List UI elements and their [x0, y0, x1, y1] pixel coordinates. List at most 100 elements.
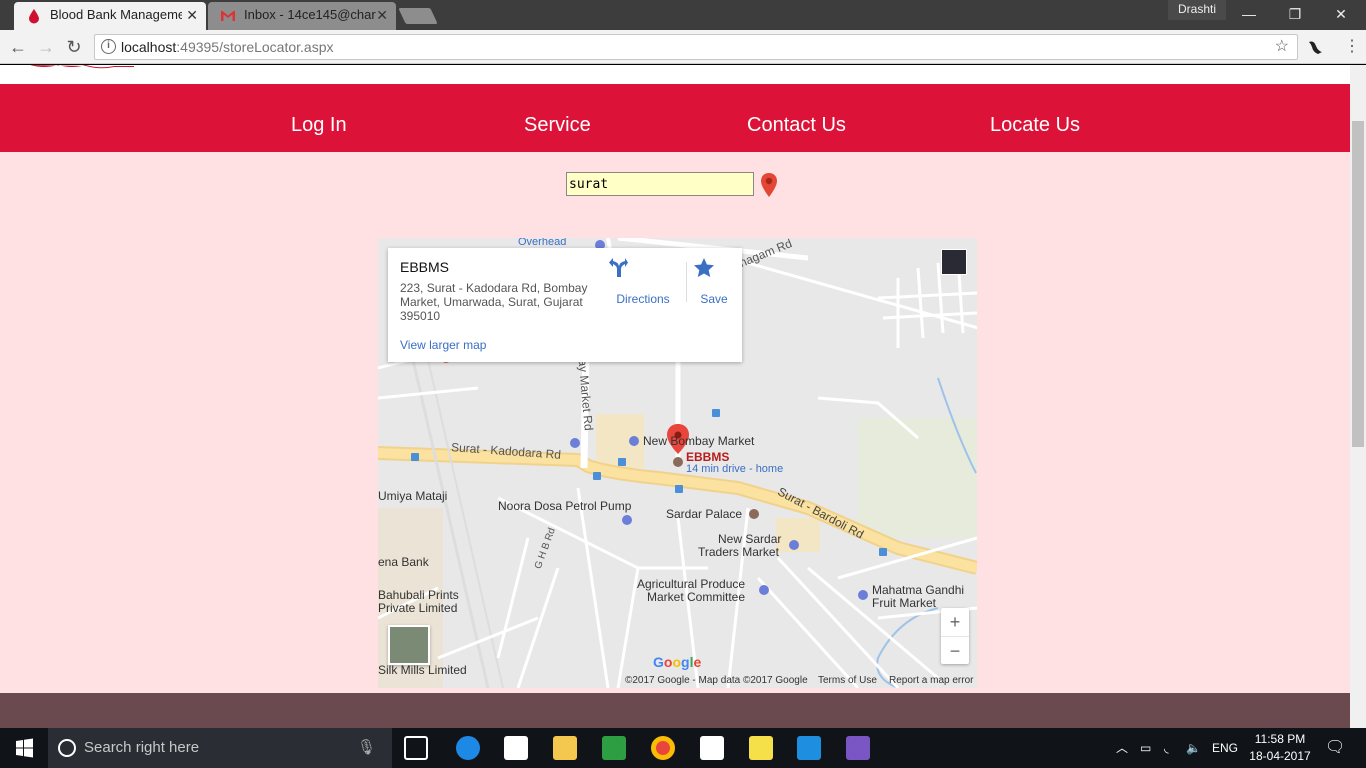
volume-icon[interactable]: 🔈 [1186, 728, 1201, 768]
divider [686, 262, 687, 302]
zoom-out-button[interactable]: − [941, 636, 969, 664]
star-icon [694, 258, 714, 277]
tab-inbox[interactable]: Inbox - 14ce145@charus ✕ [208, 2, 396, 30]
nav-locate[interactable]: Locate Us [990, 114, 1080, 137]
notifications-icon[interactable]: 🗨 [1325, 728, 1345, 768]
browser-toolbar: ← → ↻ i localhost:49395/storeLocator.asp… [0, 30, 1366, 64]
visual-studio-icon[interactable] [846, 736, 870, 760]
page-footer [0, 693, 1350, 728]
map-label: Sardar Palace [666, 507, 743, 521]
edge-icon[interactable] [456, 736, 480, 760]
task-view-icon[interactable] [404, 736, 428, 760]
satellite-toggle[interactable] [388, 625, 430, 665]
teamviewer-icon[interactable] [797, 736, 821, 760]
map-copyright: ©2017 Google - Map data ©2017 Google [625, 675, 808, 686]
store-icon[interactable] [700, 736, 724, 760]
directions-label: Directions [616, 292, 670, 306]
map-attribution: ©2017 Google - Map data ©2017 Google Ter… [378, 673, 977, 688]
url-host: localhost [121, 39, 177, 55]
zoom-in-button[interactable]: + [941, 608, 969, 636]
extension-icon[interactable] [1306, 38, 1324, 56]
minimize-icon[interactable]: — [1226, 0, 1272, 28]
page-content: Log In Service Contact Us Locate Us sura… [0, 65, 1350, 728]
bookmark-star-icon[interactable]: ☆ [1275, 35, 1289, 59]
file-explorer-icon[interactable] [553, 736, 577, 760]
google-logo: Google [653, 654, 702, 670]
wifi-icon[interactable]: ◟ [1164, 728, 1169, 768]
place-address: 223, Surat - Kadodara Rd, Bombay Market,… [400, 281, 588, 323]
tab-blood-bank[interactable]: Blood Bank Managemen ✕ [14, 2, 206, 30]
location-search [566, 172, 777, 197]
menu-icon[interactable]: ⋮ [1340, 35, 1364, 59]
map-pin-icon[interactable] [760, 172, 778, 198]
terms-link[interactable]: Terms of Use [818, 675, 877, 686]
info-icon[interactable]: i [101, 39, 116, 54]
zoom-control: + − [941, 608, 969, 664]
reload-icon[interactable]: ↻ [62, 35, 86, 59]
battery-icon[interactable]: ▭ [1140, 728, 1151, 768]
taskbar-search[interactable]: Search right here 🎙 [48, 728, 392, 768]
main-navbar: Log In Service Contact Us Locate Us [0, 84, 1350, 152]
chrome-icon[interactable] [651, 736, 675, 760]
clock[interactable]: 11:58 PM 18-04-2017 [1248, 731, 1312, 765]
save-label: Save [700, 292, 728, 306]
back-icon[interactable]: ← [6, 35, 30, 59]
close-icon[interactable]: ✕ [376, 2, 388, 28]
save-button[interactable]: Save [694, 258, 734, 306]
search-placeholder: Search right here [84, 739, 200, 756]
app-icon[interactable] [602, 736, 626, 760]
tab-label: Inbox - 14ce145@charus [244, 7, 376, 22]
map-label: ena Bank [378, 555, 429, 569]
clock-time: 11:58 PM [1254, 732, 1306, 746]
nav-login[interactable]: Log In [291, 114, 347, 137]
header-strip [0, 65, 1350, 84]
gmail-icon [221, 11, 235, 21]
page-scrollbar[interactable] [1350, 65, 1366, 728]
nav-service[interactable]: Service [524, 114, 591, 137]
place-info-card: EBBMS 223, Surat - Kadodara Rd, Bombay M… [388, 248, 742, 362]
directions-button[interactable]: Directions [608, 258, 678, 306]
windows-start-icon[interactable] [0, 728, 48, 768]
map-label-ebbms[interactable]: EBBMS [686, 450, 729, 464]
new-tab-button[interactable] [398, 8, 438, 24]
user-badge[interactable]: Drashti [1167, 0, 1226, 20]
map-label: Private Limited [378, 601, 458, 615]
map-label-drive: 14 min drive - home [686, 463, 784, 475]
address-bar[interactable]: i localhost:49395/storeLocator.aspx ☆ [94, 34, 1298, 60]
location-input[interactable] [566, 172, 754, 196]
map-label: Umiya Mataji [378, 489, 448, 503]
google-map[interactable]: Overhead nagam Rd ay Market Rd Surat - K… [378, 238, 977, 688]
nav-contact[interactable]: Contact Us [747, 114, 846, 137]
windows-taskbar: Search right here 🎙 ︿ ▭ ◟ 🔈 ENG 11:58 PM… [0, 728, 1366, 768]
report-error-link[interactable]: Report a map error [889, 675, 973, 686]
tray-arrow-icon[interactable]: ︿ [1116, 728, 1128, 768]
map-label: Bahubali Prints [378, 588, 459, 602]
map-label: Mahatma Gandhi [872, 583, 965, 597]
street-photo-thumbnail[interactable] [941, 249, 967, 275]
microphone-icon[interactable]: 🎙 [357, 728, 376, 768]
forward-icon[interactable]: → [34, 35, 58, 59]
map-label: Noora Dosa Petrol Pump [498, 499, 632, 513]
close-icon[interactable]: ✕ [186, 2, 198, 28]
url-path: :49395/storeLocator.aspx [176, 39, 334, 55]
map-label: Traders Market [698, 545, 779, 559]
sticky-notes-icon[interactable] [749, 736, 773, 760]
map-label: Agricultural Produce [637, 577, 746, 591]
directions-icon [609, 258, 628, 277]
clock-date: 18-04-2017 [1249, 749, 1311, 763]
window-close-icon[interactable]: ✕ [1318, 0, 1364, 28]
scrollbar-thumb[interactable] [1352, 121, 1364, 447]
logo [30, 65, 134, 69]
language-indicator[interactable]: ENG [1212, 728, 1238, 768]
map-label: Market Committee [647, 590, 746, 604]
app-icon[interactable] [504, 736, 528, 760]
cortana-icon [58, 739, 76, 757]
map-label: Fruit Market [872, 596, 937, 610]
map-label: Overhead [518, 238, 567, 248]
place-name: EBBMS [400, 259, 450, 275]
browser-tabstrip: Blood Bank Managemen ✕ Inbox - 14ce145@c… [0, 0, 1366, 30]
restore-icon[interactable]: ❐ [1272, 0, 1318, 28]
blood-drop-icon [29, 9, 39, 24]
map-label: New Sardar [718, 532, 782, 546]
view-larger-map-link[interactable]: View larger map [400, 338, 486, 352]
